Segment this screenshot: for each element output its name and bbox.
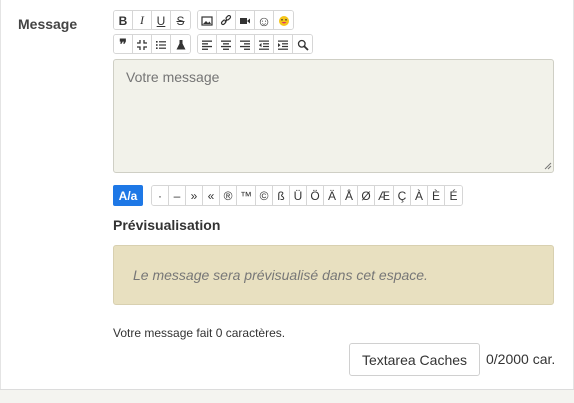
char-button[interactable]: Å <box>341 186 358 205</box>
video-icon[interactable] <box>236 11 255 29</box>
message-textarea[interactable] <box>113 59 554 173</box>
text-style-group: B I U S <box>113 10 191 30</box>
preview-title: Prévisualisation <box>113 217 221 233</box>
compress-icon[interactable] <box>133 35 152 53</box>
preview-box: Le message sera prévisualisé dans cet es… <box>113 245 554 305</box>
char-button[interactable]: É <box>445 186 462 205</box>
preview-placeholder: Le message sera prévisualisé dans cet es… <box>133 267 428 283</box>
special-chars-group: · – » « ® ™ © ß Ü Ö Ä Å Ø Æ Ç À È É <box>151 185 463 206</box>
char-button[interactable]: À <box>411 186 428 205</box>
flask-icon[interactable] <box>171 35 190 53</box>
underline-icon[interactable]: U <box>152 11 171 29</box>
alignment-group <box>197 34 313 54</box>
char-counter: 0/2000 car. <box>486 351 556 367</box>
align-right-icon[interactable] <box>236 35 255 53</box>
char-button[interactable]: · <box>152 186 169 205</box>
case-toggle-button[interactable]: A/a <box>113 185 143 206</box>
char-button[interactable]: ß <box>273 186 290 205</box>
zoom-icon[interactable] <box>293 35 312 53</box>
char-button[interactable]: ™ <box>237 186 256 205</box>
message-length-text: Votre message fait 0 caractères. <box>113 326 286 340</box>
quote-icon[interactable]: ❞ <box>114 35 133 53</box>
smiley-icon[interactable]: ☺ <box>255 11 274 29</box>
toolbar-row-1: B I U S ☺ <box>113 10 300 30</box>
insert-group: ☺ <box>197 10 294 30</box>
indent-icon[interactable] <box>274 35 293 53</box>
char-button[interactable]: « <box>203 186 220 205</box>
list-icon[interactable] <box>152 35 171 53</box>
char-button[interactable]: » <box>186 186 203 205</box>
textarea-caches-button[interactable]: Textarea Caches <box>349 343 480 376</box>
align-left-icon[interactable] <box>198 35 217 53</box>
toolbar-row-2: ❞ <box>113 34 319 54</box>
char-button[interactable]: Ä <box>324 186 341 205</box>
bottom-divider <box>0 389 574 403</box>
char-button[interactable]: Ö <box>307 186 324 205</box>
message-label: Message <box>18 16 78 32</box>
outdent-icon[interactable] <box>255 35 274 53</box>
char-button[interactable]: Ø <box>358 186 375 205</box>
char-button[interactable]: Æ <box>375 186 394 205</box>
char-button[interactable]: ® <box>220 186 237 205</box>
italic-icon[interactable]: I <box>133 11 152 29</box>
special-chars-bar: A/a · – » « ® ™ © ß Ü Ö Ä Å Ø Æ Ç À È É <box>113 185 463 206</box>
resize-handle-icon[interactable] <box>543 161 552 170</box>
align-center-icon[interactable] <box>217 35 236 53</box>
emoji-icon[interactable] <box>274 11 293 29</box>
char-button[interactable]: Ü <box>290 186 307 205</box>
link-icon[interactable] <box>217 11 236 29</box>
char-button[interactable]: – <box>169 186 186 205</box>
block-group: ❞ <box>113 34 191 54</box>
strikethrough-icon[interactable]: S <box>171 11 190 29</box>
char-button[interactable]: Ç <box>394 186 411 205</box>
char-button[interactable]: © <box>256 186 273 205</box>
char-button[interactable]: È <box>428 186 445 205</box>
bold-icon[interactable]: B <box>114 11 133 29</box>
image-icon[interactable] <box>198 11 217 29</box>
